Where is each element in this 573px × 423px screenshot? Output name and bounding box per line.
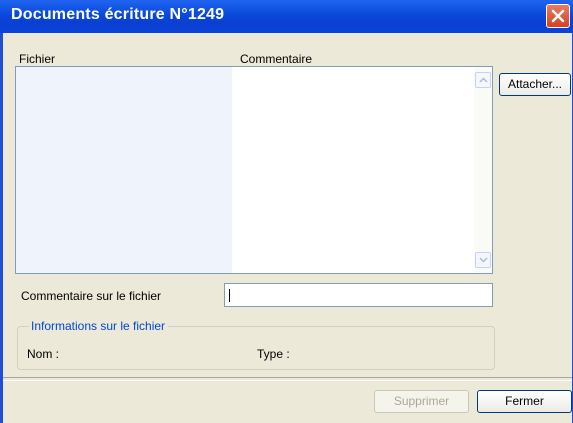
dialog-window: Documents écriture N°1249 Fichier Commen… — [0, 0, 573, 423]
close-icon — [551, 9, 565, 23]
comment-input[interactable] — [224, 283, 493, 307]
title-bar[interactable]: Documents écriture N°1249 — [0, 0, 573, 33]
chevron-up-icon — [479, 77, 488, 83]
column-header-fichier[interactable]: Fichier — [19, 52, 55, 66]
attach-button[interactable]: Attacher... — [499, 73, 571, 96]
documents-grid[interactable] — [15, 66, 493, 274]
delete-button[interactable]: Supprimer — [374, 390, 469, 413]
scroll-up-button[interactable] — [475, 72, 491, 88]
divider — [3, 377, 572, 381]
name-label: Nom : — [27, 347, 60, 361]
file-info-legend: Informations sur le fichier — [29, 319, 169, 333]
scroll-down-button[interactable] — [475, 252, 491, 268]
fichier-column — [16, 67, 232, 273]
vertical-scrollbar[interactable] — [474, 67, 492, 273]
window-title: Documents écriture N°1249 — [11, 6, 225, 23]
text-caret — [229, 289, 230, 302]
close-dialog-button[interactable]: Fermer — [477, 390, 572, 413]
comment-label: Commentaire sur le fichier — [21, 289, 162, 303]
close-button[interactable] — [546, 4, 570, 28]
column-header-commentaire[interactable]: Commentaire — [240, 52, 312, 66]
chevron-down-icon — [479, 257, 488, 263]
type-label: Type : — [257, 347, 290, 361]
